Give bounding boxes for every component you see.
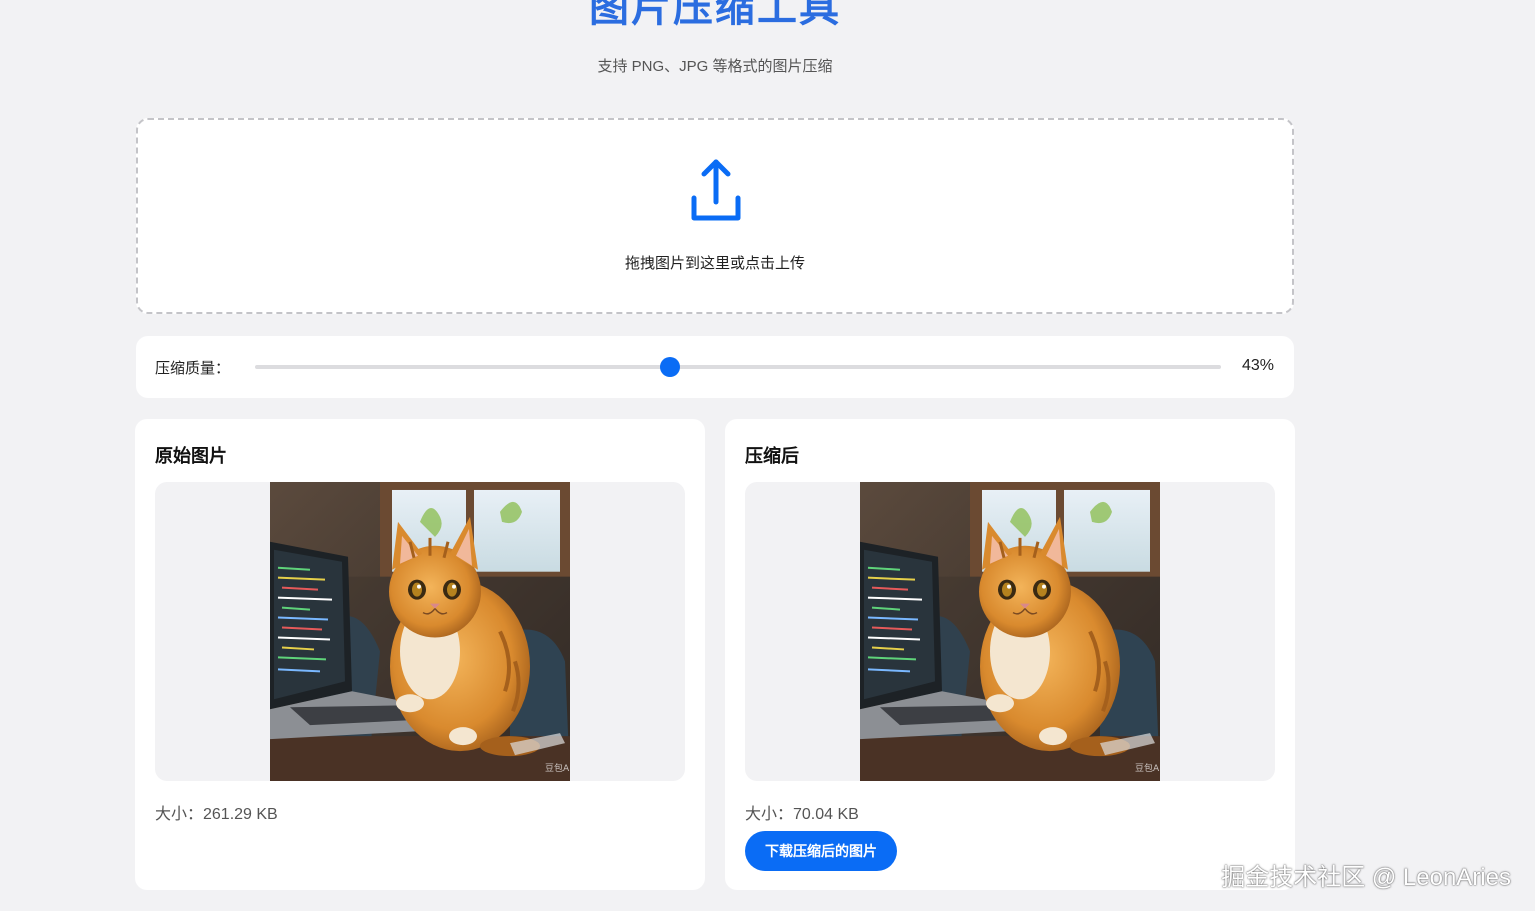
page-title: 图片压缩工具 [589, 0, 841, 30]
upload-instruction: 拖拽图片到这里或点击上传 [624, 255, 805, 272]
compressed-file-size: 大小：70.04 KB [745, 806, 859, 823]
compressed-image [860, 482, 1160, 781]
image-compressor-page: 图片压缩工具 支持 PNG、JPG 等格式的图片压缩 拖拽图片到这里或点击上传 … [0, 0, 1535, 911]
original-image [270, 482, 570, 781]
upload-dropzone[interactable]: 拖拽图片到这里或点击上传 [136, 118, 1294, 314]
quality-slider-thumb[interactable] [660, 357, 681, 377]
original-panel-title: 原始图片 [155, 446, 227, 466]
quality-control: 压缩质量： 43% [136, 336, 1294, 398]
quality-value: 43% [1241, 357, 1274, 374]
download-compressed-button[interactable]: 下载压缩后的图片 [745, 831, 897, 871]
original-image-container [155, 482, 685, 781]
compressed-panel-title: 压缩后 [745, 446, 799, 466]
compressed-image-panel: 压缩后 大小：70.04 KB 下载压缩后的图片 [725, 419, 1295, 890]
upload-icon [691, 159, 741, 221]
quality-label: 压缩质量： [155, 360, 231, 377]
quality-slider[interactable] [255, 357, 1221, 377]
compressed-image-container [745, 482, 1275, 781]
watermark: 掘金技术社区 @ LeonAries [1221, 864, 1511, 891]
original-file-size: 大小：261.29 KB [155, 806, 278, 823]
page-subtitle: 支持 PNG、JPG 等格式的图片压缩 [597, 58, 833, 75]
original-image-panel: 原始图片 大小：261.29 KB [135, 419, 705, 890]
